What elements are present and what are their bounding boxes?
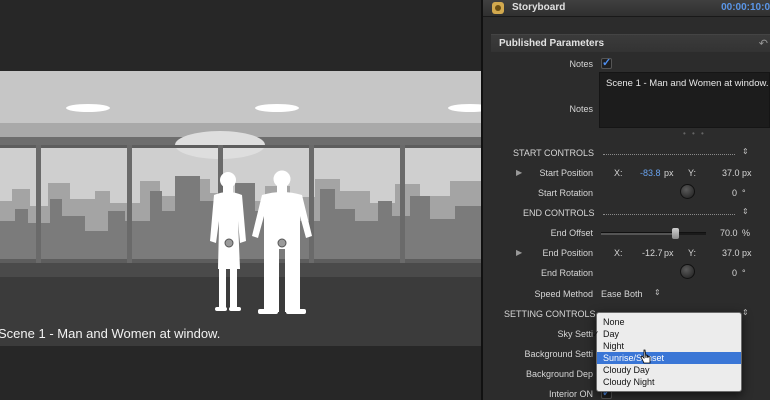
updown-arrows-icon[interactable]: ⇕ [742,308,749,317]
start-controls-separator [603,154,735,155]
end-offset-label: End Offset [550,228,593,238]
menu-item-day[interactable]: ✓ Day [592,328,741,340]
checkmark-icon: ✓ [592,329,600,339]
storyboard-icon [492,2,504,14]
menu-item-sunrise-sunset[interactable]: Sunrise/Sunset [597,352,741,364]
end-x-unit: px [664,248,674,258]
end-offset-unit: % [742,228,751,238]
start-x-label: X: [614,168,623,178]
start-y-value[interactable]: 37.0 [722,168,740,178]
scene-caption: Scene 1 - Man and Women at window. [0,326,221,341]
end-controls-header: END CONTROLS [523,208,595,218]
viewer-panel: Scene 1 - Man and Women at window. [0,0,481,400]
start-x-unit: px [664,168,674,178]
interior-on-label: Interior ON [548,389,593,399]
end-position-label: End Position [542,248,593,258]
end-rotation-unit: ° [742,268,746,278]
start-rotation-label: Start Rotation [537,188,593,198]
notes-checkbox[interactable] [601,56,612,69]
updown-arrows-icon[interactable]: ⇕ [654,288,661,297]
inspector-header: Storyboard 00:00:10:0 [483,0,770,17]
menu-item-none[interactable]: None [597,316,741,328]
end-rotation-dial[interactable] [680,264,695,279]
end-controls-separator [603,214,735,215]
office-window-scene-illustration [0,71,481,346]
menu-item-day-label: Day [603,329,620,339]
speed-method-label: Speed Method [534,289,593,299]
inspector-title: Storyboard [512,2,566,13]
updown-arrows-icon[interactable]: ⇕ [742,147,749,156]
end-y-label: Y: [688,248,697,258]
start-position-label: Start Position [539,168,593,178]
setting-controls-header: SETTING CONTROLS [504,309,596,319]
notes-textarea[interactable]: Scene 1 - Man and Women at window. [599,72,770,128]
start-rotation-value[interactable]: 0 [732,188,737,198]
start-controls-header: START CONTROLS [513,148,595,158]
menu-item-cloudy-day[interactable]: Cloudy Day [597,364,741,376]
notes-checkbox-label: Notes [569,59,593,69]
start-x-value[interactable]: -83.8 [640,168,661,178]
background-setting-label: Background Setti [524,349,593,359]
end-x-label: X: [614,248,623,258]
pointer-cursor-icon [640,349,651,364]
start-rotation-dial[interactable] [680,184,695,199]
sky-setting-label: Sky Setti [557,329,593,339]
disclosure-triangle-icon[interactable]: ▶ [516,168,522,177]
start-rotation-unit: ° [742,188,746,198]
menu-item-night[interactable]: Night [597,340,741,352]
sky-setting-menu: None ✓ Day Night Sunrise/Sunset Cloudy Da… [592,312,742,392]
end-y-value[interactable]: 37.0 [722,248,740,258]
speed-method-popup[interactable]: Ease Both [601,289,643,299]
background-depth-label: Background Dep [525,369,593,379]
end-offset-slider[interactable] [601,228,706,239]
end-offset-value[interactable]: 70.0 [720,228,738,238]
reset-icon[interactable]: ↶ [759,37,768,50]
scene-preview [0,71,481,346]
app-window: Scene 1 - Man and Women at window. Story… [0,0,770,400]
end-y-unit: px [742,248,752,258]
timecode-display: 00:00:10:0 [721,2,770,13]
section-title: Published Parameters [499,38,605,49]
updown-arrows-icon[interactable]: ⇕ [742,207,749,216]
menu-item-cloudy-night[interactable]: Cloudy Night [597,376,741,388]
end-rotation-value[interactable]: 0 [732,268,737,278]
published-parameters-header[interactable]: Published Parameters ↶ [491,34,770,52]
notes-text: Scene 1 - Man and Women at window. [606,78,769,89]
end-rotation-label: End Rotation [540,268,593,278]
start-y-label: Y: [688,168,697,178]
end-x-value[interactable]: -12.7 [642,248,663,258]
end-offset-slider-fill [601,233,675,235]
start-y-unit: px [742,168,752,178]
resize-handle[interactable]: • • • [683,129,706,138]
end-offset-slider-thumb[interactable] [671,228,679,239]
disclosure-triangle-icon[interactable]: ▶ [516,248,522,257]
notes-text-label: Notes [569,104,593,114]
